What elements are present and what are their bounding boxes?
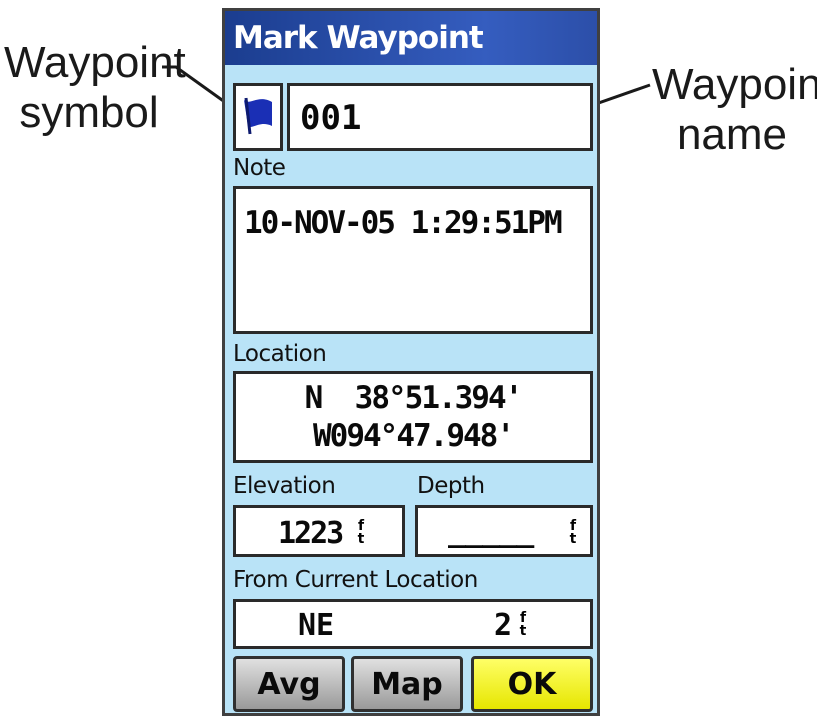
- distance-unit: f t: [518, 611, 528, 639]
- elevation-label: Elevation: [233, 473, 336, 499]
- ok-button[interactable]: OK: [471, 656, 593, 712]
- elevation-value: 1223: [278, 516, 344, 551]
- longitude-value: W094°47.948': [313, 418, 515, 454]
- location-field[interactable]: N 38°51.394' W094°47.948': [233, 371, 593, 463]
- from-current-location-label: From Current Location: [233, 567, 478, 593]
- from-current-location-field: NE 2 f t: [233, 599, 593, 649]
- waypoint-name-value: 001: [300, 98, 362, 138]
- bearing-value: NE: [298, 608, 335, 643]
- depth-field[interactable]: _____ f t: [415, 505, 593, 557]
- unit-bottom: t: [569, 531, 577, 547]
- elevation-unit: f t: [356, 519, 366, 547]
- depth-unit: f t: [568, 519, 578, 547]
- waypoint-name-field[interactable]: 001: [287, 83, 593, 151]
- mark-waypoint-screen: Mark Waypoint 001 Note 10-NOV-05 1:29:51…: [222, 8, 600, 716]
- depth-value: _____: [448, 514, 534, 549]
- window-title: Mark Waypoint: [225, 11, 597, 65]
- unit-bottom: t: [357, 531, 365, 547]
- note-field[interactable]: 10-NOV-05 1:29:51PM: [233, 186, 593, 334]
- unit-bottom: t: [519, 623, 527, 639]
- note-label: Note: [233, 155, 286, 181]
- location-label: Location: [233, 341, 327, 367]
- distance-value: 2: [494, 608, 513, 643]
- elevation-field[interactable]: 1223 f t: [233, 505, 405, 557]
- avg-button[interactable]: Avg: [233, 656, 345, 712]
- depth-label: Depth: [417, 473, 485, 499]
- map-button[interactable]: Map: [351, 656, 463, 712]
- note-value: 10-NOV-05 1:29:51PM: [244, 205, 563, 241]
- latitude-value: N 38°51.394': [304, 380, 524, 416]
- waypoint-symbol-button[interactable]: [233, 83, 283, 151]
- blue-flag-icon: [244, 97, 272, 135]
